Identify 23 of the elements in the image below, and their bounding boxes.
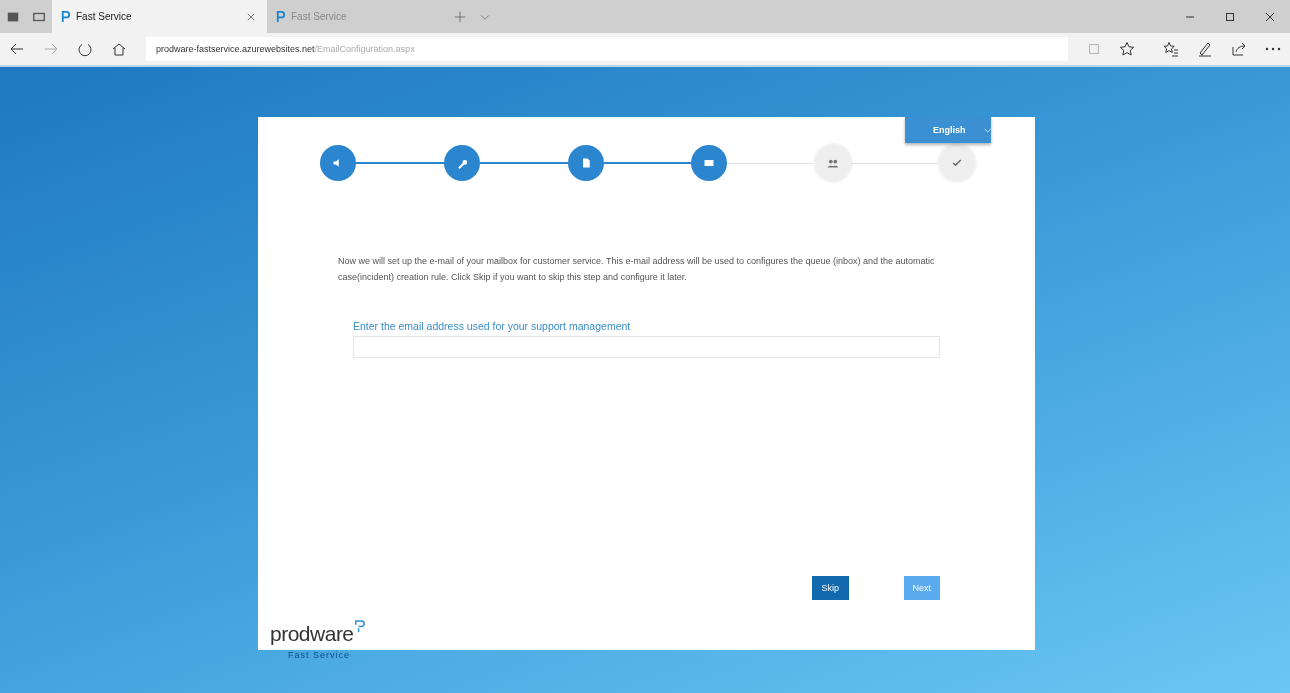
email-label: Enter the email address used for your support management — [353, 320, 632, 332]
site-logo-icon — [275, 10, 286, 23]
back-icon[interactable] — [9, 41, 25, 57]
maximize-icon[interactable] — [1225, 11, 1235, 22]
home-icon[interactable] — [111, 41, 127, 57]
logo-wordmark: prodware — [270, 622, 354, 646]
site-logo-icon — [60, 10, 71, 23]
logo-icon — [353, 620, 365, 633]
share-icon[interactable] — [1231, 41, 1247, 57]
more-icon[interactable] — [1265, 47, 1281, 51]
skip-button[interactable]: Skip — [812, 576, 849, 600]
pen-icon[interactable] — [1197, 41, 1213, 57]
close-icon[interactable] — [1265, 11, 1275, 22]
star-icon[interactable] — [1119, 41, 1135, 57]
logo-tagline: Fast Service — [288, 650, 350, 660]
language-dropdown[interactable]: English — [905, 117, 991, 143]
favorites-icon[interactable] — [1163, 41, 1179, 57]
browser-tab[interactable]: Fast Service — [52, 0, 267, 33]
intro-paragraph: Now we will set up the e-mail of your mailbox for customer service. This e-mail address will be used to configures the queue (inbox) and the automatic case(incident) creation rule. Click Skip if you want to skip this step and configure it later. — [338, 255, 936, 284]
email-input-field[interactable] — [353, 336, 940, 358]
refresh-icon[interactable] — [77, 41, 93, 57]
address-field[interactable]: prodware-fastservice.azurewebsites.net/EmailConfiguration.aspx — [146, 37, 1068, 61]
caret-icon — [983, 127, 991, 133]
